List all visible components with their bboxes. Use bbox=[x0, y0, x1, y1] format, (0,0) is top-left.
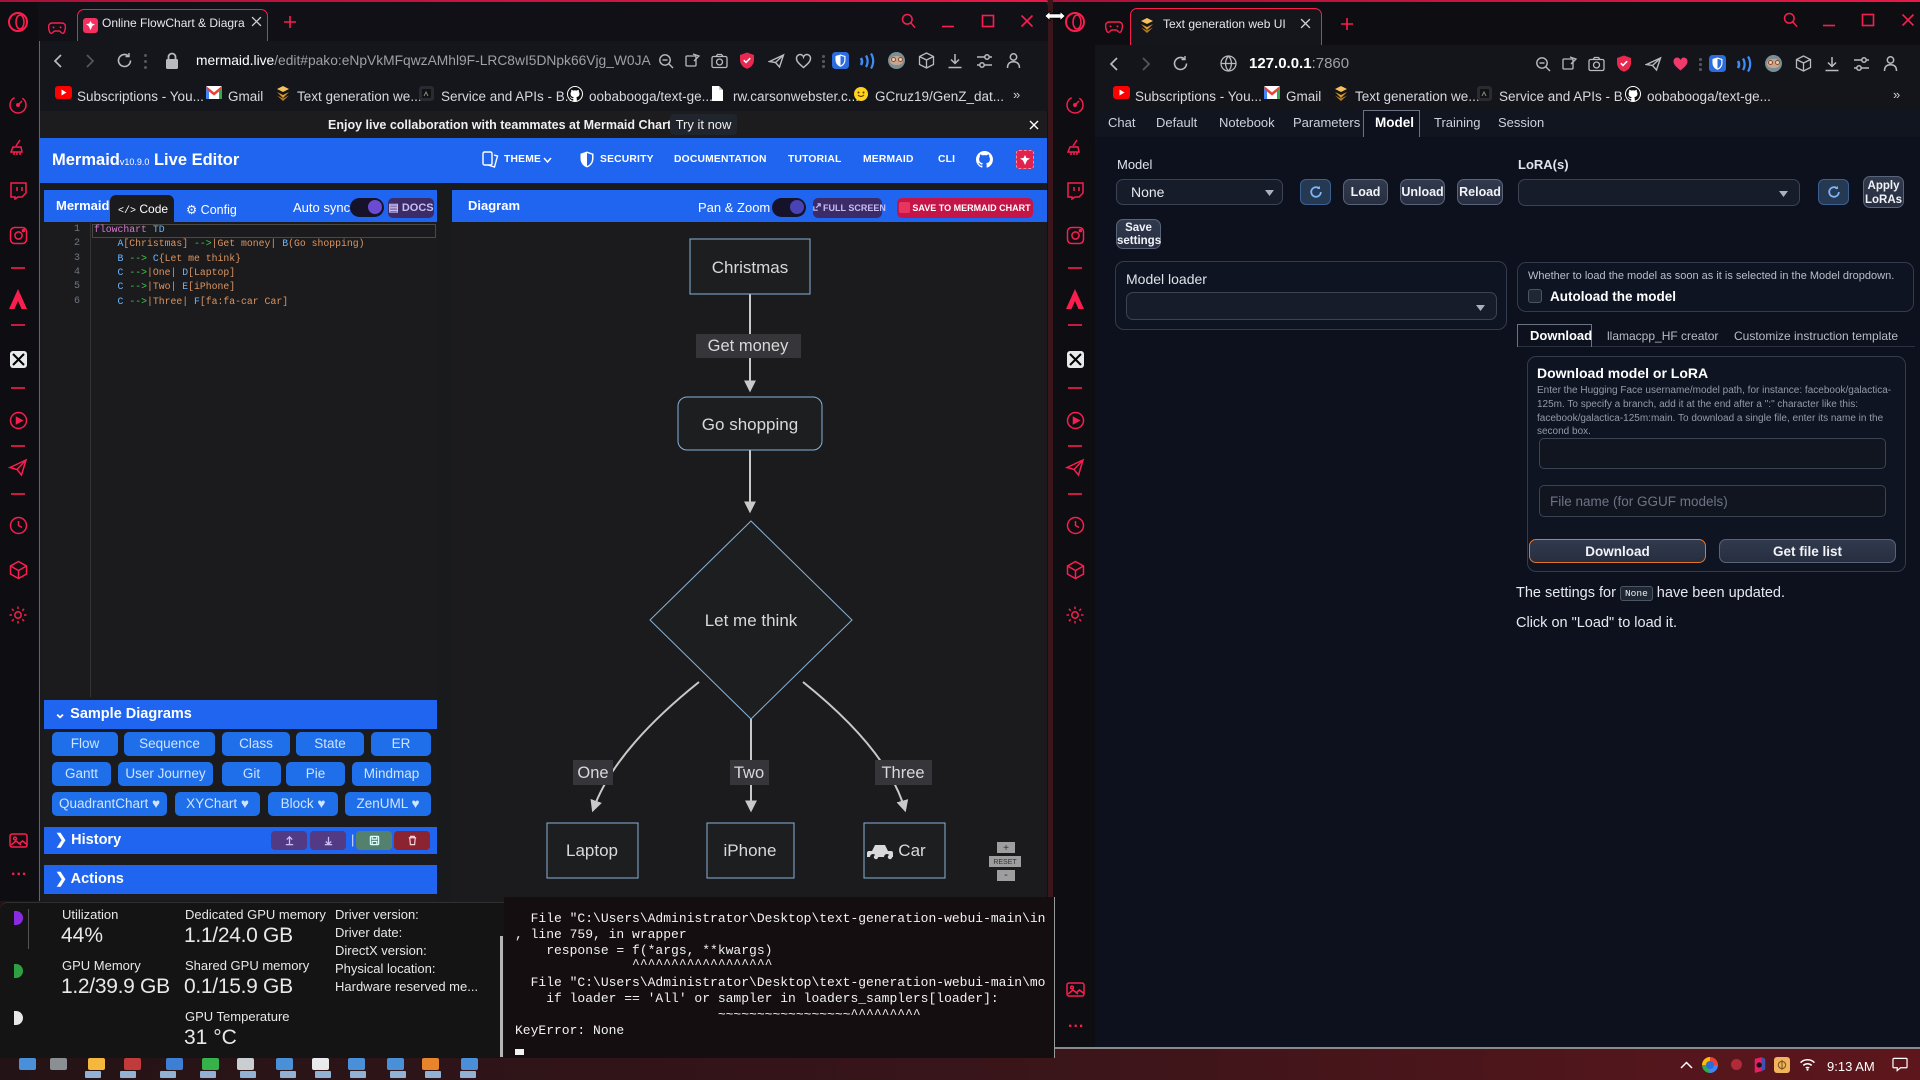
svg-text:One: One bbox=[577, 764, 608, 782]
svg-text:Car: Car bbox=[898, 841, 926, 860]
svg-text:Let me think: Let me think bbox=[705, 611, 798, 630]
svg-text:-: - bbox=[1004, 869, 1008, 881]
svg-text:Christmas: Christmas bbox=[712, 258, 789, 277]
svg-text:Laptop: Laptop bbox=[566, 841, 618, 860]
svg-text:Two: Two bbox=[734, 764, 764, 782]
svg-text:RESET: RESET bbox=[993, 859, 1017, 866]
svg-text:Three: Three bbox=[881, 764, 924, 782]
svg-text:Go shopping: Go shopping bbox=[702, 415, 798, 434]
svg-text:Get money: Get money bbox=[708, 337, 789, 355]
svg-text:iPhone: iPhone bbox=[724, 841, 777, 860]
svg-text:+: + bbox=[1003, 843, 1009, 854]
